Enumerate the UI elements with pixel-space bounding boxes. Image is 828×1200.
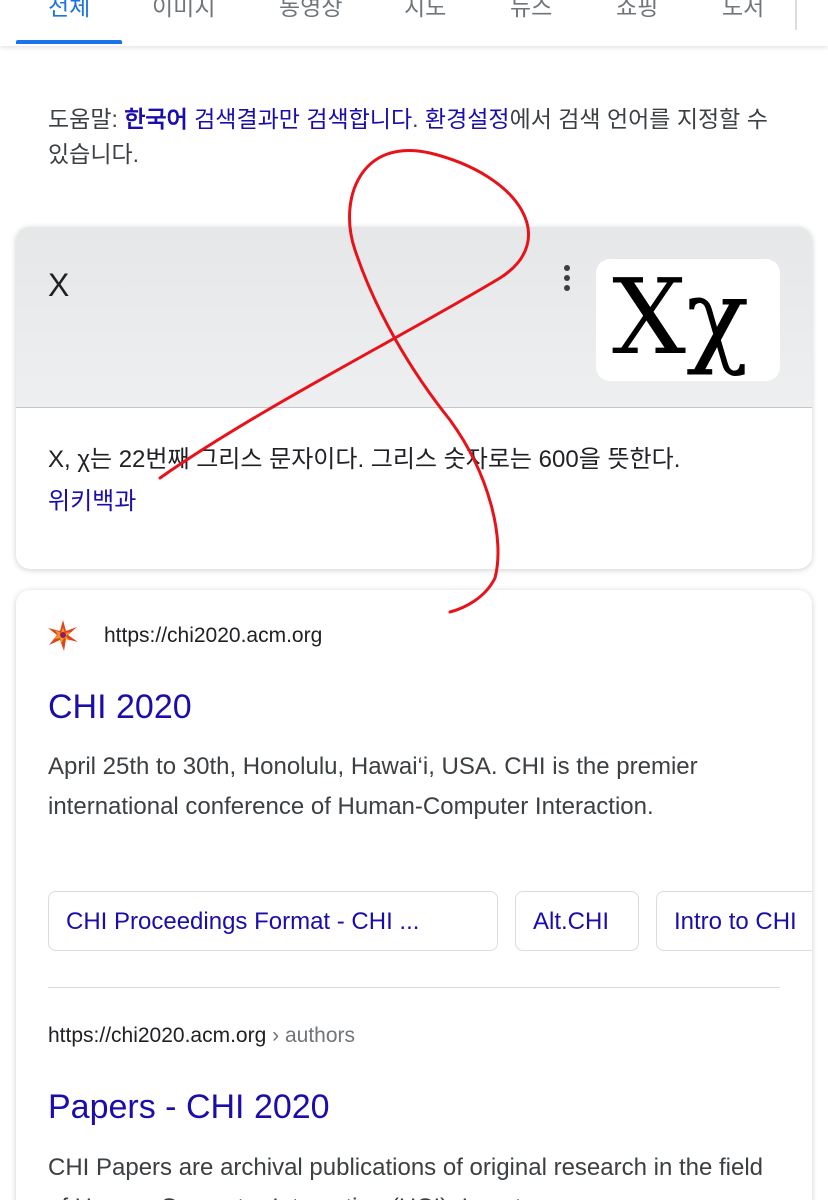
active-tab-indicator — [16, 40, 122, 44]
tab-videos[interactable]: 동영상 — [279, 0, 342, 22]
knowledge-card: X Xχ X, χ는 22번째 그리스 문자이다. 그리스 숫자로는 600을 … — [16, 227, 812, 569]
sitelink-chip[interactable]: CHI Proceedings Format - CHI ... — [48, 891, 498, 951]
sitelink-chip[interactable]: Alt.CHI — [515, 891, 639, 951]
wikipedia-source-link[interactable]: 위키백과 — [48, 481, 136, 516]
search-result-card: https://chi2020.acm.org CHI 2020 April 2… — [16, 590, 812, 1200]
result-url[interactable]: https://chi2020.acm.org › authors — [48, 1024, 355, 1048]
sitelink-chips: CHI Proceedings Format - CHI ... Alt.CHI… — [48, 891, 812, 955]
language-link[interactable]: 한국어 — [124, 106, 187, 132]
tabs-divider — [795, 0, 797, 30]
result-snippet: April 25th to 30th, Honolulu, Hawai‘i, U… — [48, 753, 698, 820]
tab-news[interactable]: 뉴스 — [510, 0, 552, 22]
tab-images[interactable]: 이미지 — [152, 0, 215, 22]
chi-letter-image-text: Xχ — [612, 259, 750, 378]
result-url-host: https://chi2020.acm.org — [48, 1024, 267, 1047]
tab-all[interactable]: 전체 — [48, 0, 90, 22]
result-divider — [48, 987, 780, 988]
knowledge-card-description: X, χ는 22번째 그리스 문자이다. 그리스 숫자로는 600을 뜻한다. — [48, 446, 681, 473]
language-only-link[interactable]: 검색결과만 검색합니다 — [188, 106, 412, 132]
result-url-breadcrumb: › authors — [266, 1024, 356, 1047]
help-period: . — [412, 106, 425, 132]
knowledge-card-title[interactable]: X — [48, 267, 69, 304]
help-prefix: 도움말: — [48, 106, 125, 132]
search-results-page: 전체 이미지 동영상 지도 뉴스 쇼핑 도서 도움말: 한국어 검색결과만 검색… — [0, 0, 828, 1200]
sitelink-chip[interactable]: Intro to CHI — [656, 891, 812, 951]
result-snippet: CHI Papers are archival publications of … — [48, 1154, 764, 1200]
result-title[interactable]: Papers - CHI 2020 — [48, 1088, 330, 1127]
knowledge-card-header: X Xχ — [16, 227, 812, 408]
chi-flower-icon — [48, 620, 78, 651]
result-url[interactable]: https://chi2020.acm.org — [104, 624, 322, 648]
search-tabs: 전체 이미지 동영상 지도 뉴스 쇼핑 도서 — [0, 0, 828, 46]
more-vert-icon[interactable] — [556, 263, 576, 293]
settings-link[interactable]: 환경설정 — [425, 106, 510, 132]
tab-books[interactable]: 도서 — [722, 0, 764, 22]
knowledge-card-image[interactable]: Xχ — [596, 259, 780, 381]
language-help-text: 도움말: 한국어 검색결과만 검색합니다. 환경설정에서 검색 언어를 지정할 … — [48, 102, 788, 172]
tab-shopping[interactable]: 쇼핑 — [616, 0, 658, 22]
tab-maps[interactable]: 지도 — [404, 0, 446, 22]
result-title[interactable]: CHI 2020 — [48, 688, 192, 727]
